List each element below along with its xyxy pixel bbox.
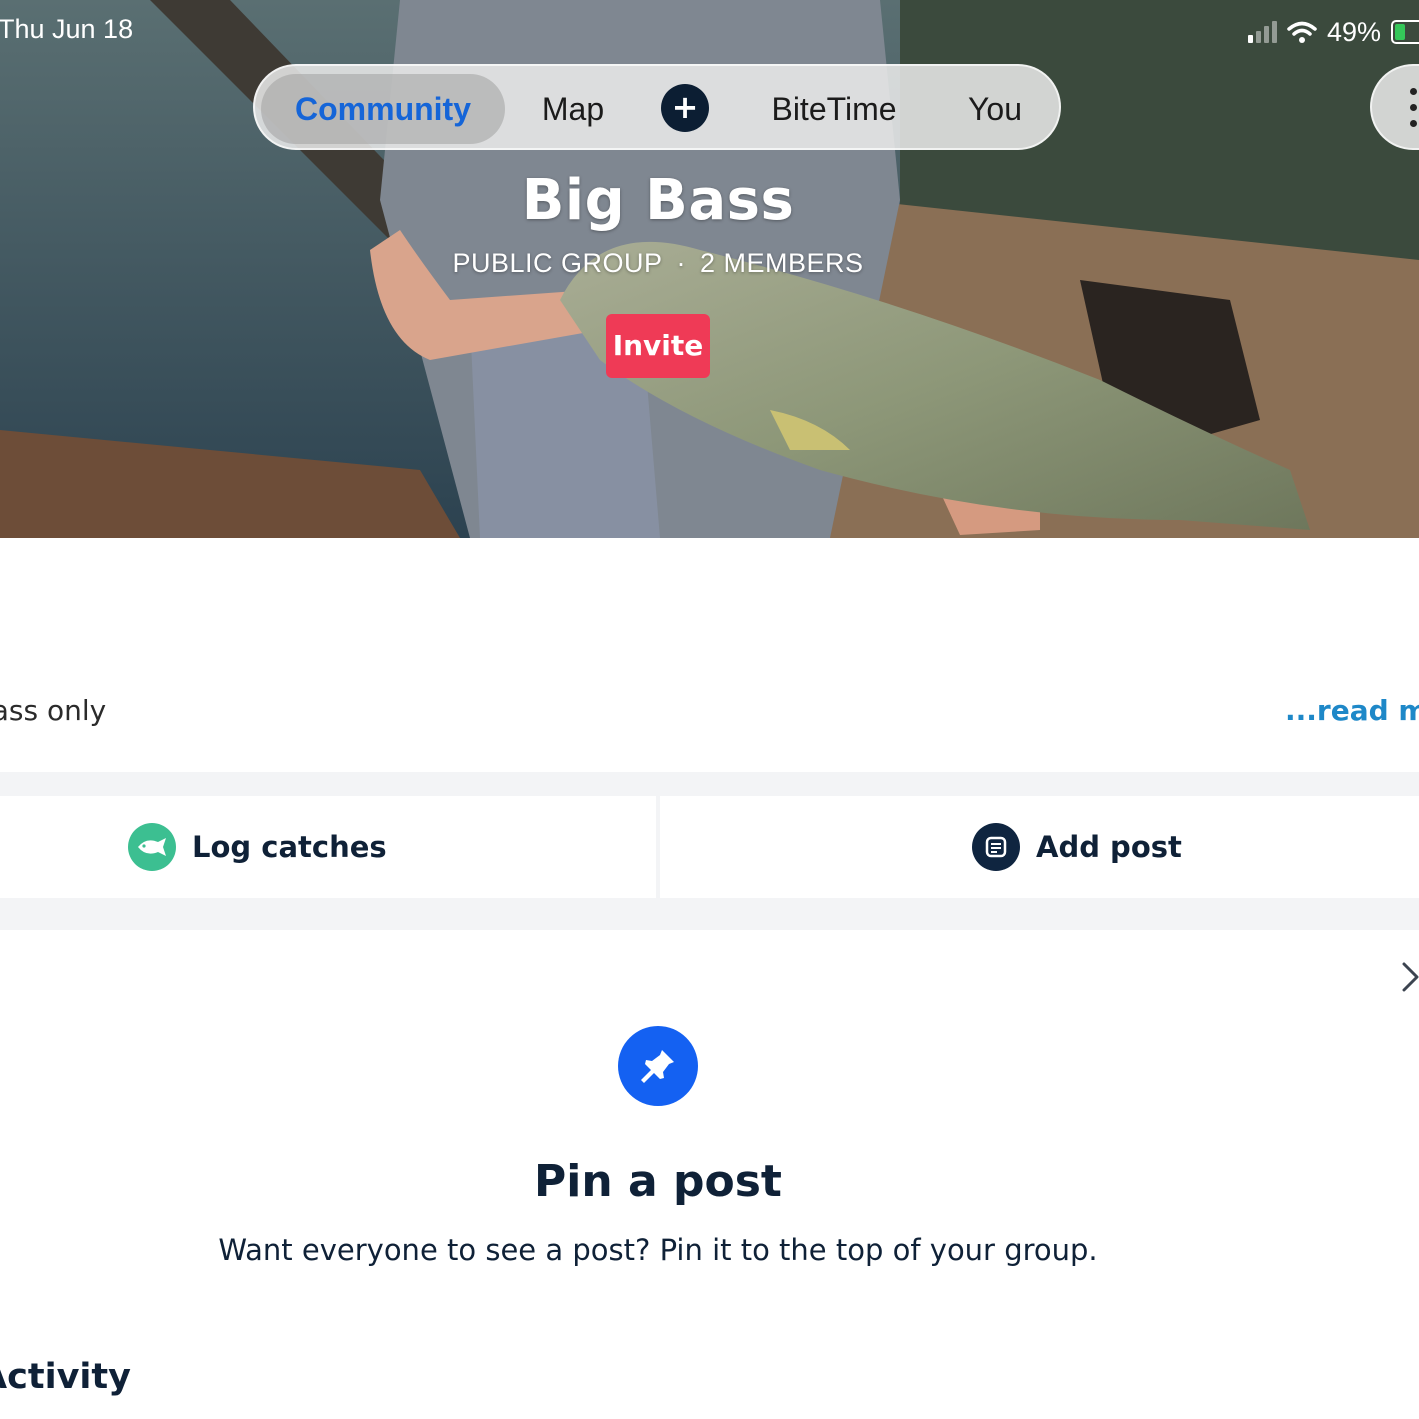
add-post-button[interactable]: Add post — [972, 821, 1182, 873]
section-divider — [0, 898, 1419, 930]
battery-percent: 49% — [1326, 16, 1381, 47]
status-indicators: 49% — [1247, 14, 1419, 50]
action-row: Log catches Add post — [0, 796, 1419, 898]
log-catches-label: Log catches — [192, 830, 387, 864]
meta-separator: · — [676, 248, 686, 278]
pin-icon — [618, 1026, 698, 1106]
activity-heading: Activity — [0, 1357, 131, 1397]
action-divider — [656, 796, 660, 898]
add-post-label: Add post — [1036, 830, 1182, 864]
fish-icon — [128, 823, 176, 871]
plus-icon[interactable]: + — [661, 84, 709, 132]
tab-map[interactable]: Map — [525, 74, 621, 144]
battery-icon — [1391, 20, 1419, 44]
invite-button[interactable]: Invite — [606, 314, 710, 378]
section-divider — [0, 772, 1419, 796]
pin-post-subtitle: Want everyone to see a post? Pin it to t… — [218, 1233, 1098, 1267]
post-icon — [972, 823, 1020, 871]
main-navigation: Community Map + BiteTime You — [253, 64, 1061, 150]
pin-post-title: Pin a post — [534, 1156, 782, 1207]
wifi-icon — [1287, 21, 1317, 43]
member-count[interactable]: 2 MEMBERS — [700, 248, 864, 278]
tab-community[interactable]: Community — [261, 74, 505, 144]
tab-you[interactable]: You — [955, 74, 1035, 144]
group-meta: PUBLIC GROUP · 2 MEMBERS — [0, 248, 1316, 279]
signal-icon — [1247, 21, 1277, 43]
tab-bitetime[interactable]: BiteTime — [755, 74, 913, 144]
close-icon[interactable] — [1402, 960, 1419, 994]
group-visibility: PUBLIC GROUP — [452, 248, 663, 278]
read-more-link[interactable]: ...read more — [1285, 694, 1419, 727]
group-cover-photo: Thu Jun 18 49% Community Map + BiteTime … — [0, 0, 1419, 538]
group-title: Big Bass — [521, 168, 795, 233]
log-catches-button[interactable]: Log catches — [128, 821, 387, 873]
group-description: bass only — [0, 694, 107, 727]
status-time: Thu Jun 18 — [0, 14, 134, 44]
